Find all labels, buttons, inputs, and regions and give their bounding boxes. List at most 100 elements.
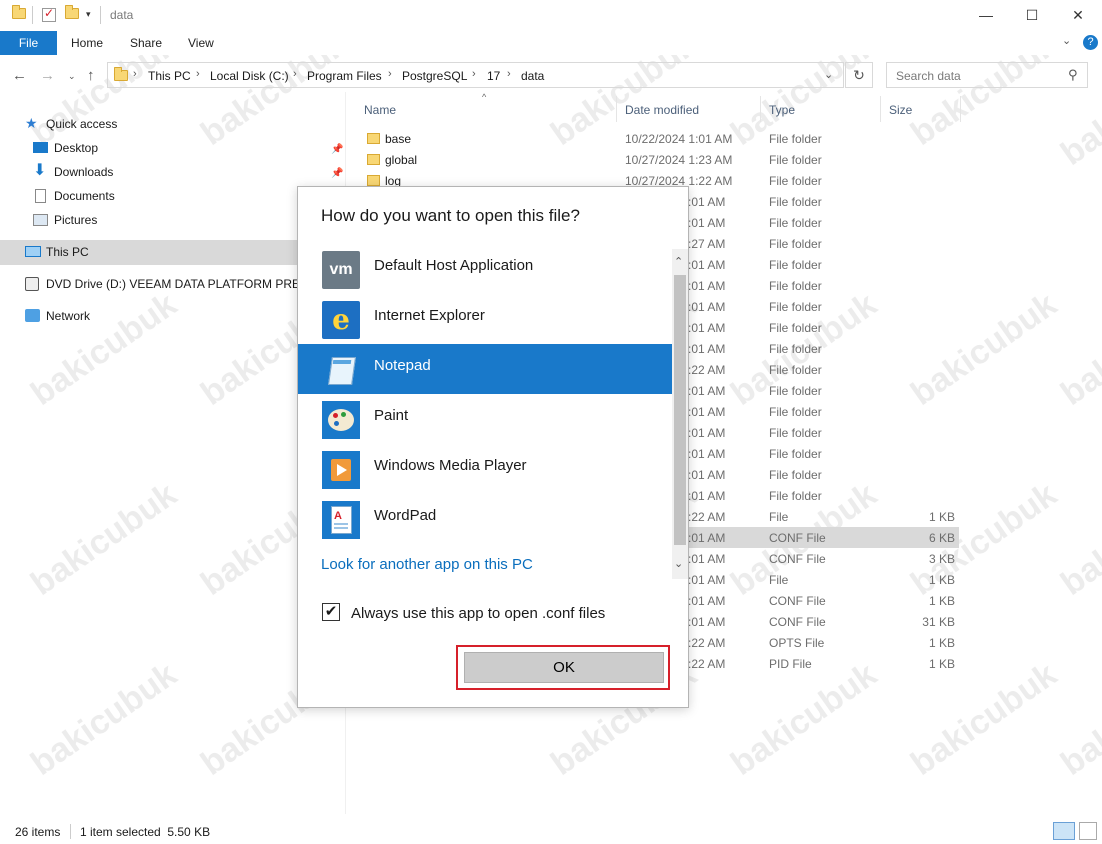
app-notepad[interactable]: Notepad bbox=[298, 344, 672, 394]
nav-pictures[interactable]: Pictures bbox=[33, 209, 333, 231]
breadcrumb-separator[interactable]: › bbox=[196, 68, 200, 80]
app-label: Default Host Application bbox=[374, 257, 534, 274]
nav-documents[interactable]: Documents bbox=[33, 185, 333, 207]
nav-network[interactable]: Network bbox=[25, 305, 325, 327]
breadcrumb-separator[interactable]: › bbox=[472, 68, 476, 80]
search-box[interactable]: Search data ⚲ bbox=[886, 62, 1088, 88]
file-size: 1 KB bbox=[928, 636, 955, 650]
look-for-another-app-link[interactable]: Look for another app on this PC bbox=[321, 556, 533, 573]
file-row[interactable]: global 10/27/2024 1:23 AM File folder bbox=[355, 149, 959, 170]
always-use-checkbox[interactable]: ✔ bbox=[322, 603, 340, 621]
nav-label: Pictures bbox=[54, 213, 98, 227]
customize-toolbar-icon[interactable]: ▾ bbox=[86, 9, 91, 20]
recent-locations-icon[interactable]: ⌄ bbox=[68, 71, 76, 82]
status-bar: 26 items 1 item selected 5.50 KB bbox=[0, 819, 1102, 844]
nav-quick-access[interactable]: ★ Quick access bbox=[25, 113, 325, 135]
column-divider[interactable] bbox=[960, 96, 961, 122]
address-dropdown-icon[interactable]: ⌄ bbox=[824, 68, 833, 81]
breadcrumb-this-pc[interactable]: This PC bbox=[148, 69, 191, 83]
forward-icon[interactable]: → bbox=[40, 67, 55, 84]
app-list-scrollbar[interactable]: ⌃ ⌄ bbox=[672, 249, 688, 579]
search-icon[interactable]: ⚲ bbox=[1068, 67, 1078, 83]
file-type: File folder bbox=[769, 426, 822, 440]
app-internet-explorer[interactable]: e Internet Explorer bbox=[298, 294, 672, 344]
nav-this-pc-selected[interactable]: This PC bbox=[0, 240, 345, 265]
column-divider[interactable] bbox=[880, 96, 881, 122]
file-type: File folder bbox=[769, 363, 822, 377]
nav-label: Desktop bbox=[54, 141, 99, 155]
file-type: File folder bbox=[769, 468, 822, 482]
file-date: :01 AM bbox=[688, 405, 726, 419]
breadcrumb-separator[interactable]: › bbox=[388, 68, 392, 80]
file-type: CONF File bbox=[769, 615, 826, 629]
folder-icon bbox=[367, 175, 380, 186]
back-icon[interactable]: ← bbox=[12, 67, 27, 84]
file-type: OPTS File bbox=[769, 636, 825, 650]
file-type: File bbox=[769, 510, 789, 524]
file-date: 10/22/2024 1:01 AM bbox=[625, 132, 733, 146]
file-date: :01 AM bbox=[688, 258, 726, 272]
folder-icon bbox=[367, 133, 380, 144]
pin-icon[interactable]: 📌 bbox=[331, 144, 343, 155]
breadcrumb-postgresql[interactable]: PostgreSQL bbox=[402, 69, 467, 83]
app-paint[interactable]: Paint bbox=[298, 394, 672, 444]
file-type: File folder bbox=[769, 132, 822, 146]
folder-icon bbox=[114, 67, 128, 81]
file-date: :01 AM bbox=[688, 594, 726, 608]
pin-icon[interactable]: 📌 bbox=[331, 168, 343, 179]
tab-share[interactable]: Share bbox=[130, 31, 162, 55]
watermark-text: bakicubuk bbox=[1054, 475, 1102, 603]
file-date: :01 AM bbox=[688, 342, 726, 356]
file-row[interactable]: base 10/22/2024 1:01 AM File folder bbox=[355, 128, 959, 149]
breadcrumb-program-files[interactable]: Program Files bbox=[307, 69, 382, 83]
column-size[interactable]: Size bbox=[889, 103, 912, 117]
nav-downloads[interactable]: ⬇ Downloads bbox=[33, 161, 333, 183]
nav-label: DVD Drive (D:) VEEAM DATA PLATFORM PREMI… bbox=[46, 277, 323, 291]
breadcrumb-data[interactable]: data bbox=[521, 69, 544, 83]
file-type: File bbox=[769, 573, 789, 587]
scroll-thumb[interactable] bbox=[674, 275, 686, 545]
column-date-modified[interactable]: Date modified bbox=[625, 103, 699, 117]
file-date: :01 AM bbox=[688, 531, 726, 545]
up-icon[interactable]: ↑ bbox=[87, 67, 95, 84]
app-wordpad[interactable]: A WordPad bbox=[298, 494, 672, 544]
column-divider[interactable] bbox=[760, 96, 761, 122]
close-button[interactable]: ✕ bbox=[1055, 0, 1101, 31]
column-name[interactable]: Name bbox=[364, 103, 396, 117]
file-date: :22 AM bbox=[688, 657, 726, 671]
breadcrumb-separator[interactable]: › bbox=[507, 68, 511, 80]
open-with-dialog: How do you want to open this file? vm De… bbox=[297, 186, 689, 708]
app-default-host-application[interactable]: vm Default Host Application bbox=[298, 244, 672, 294]
app-windows-media-player[interactable]: Windows Media Player bbox=[298, 444, 672, 494]
file-date: :22 AM bbox=[688, 636, 726, 650]
details-view-icon[interactable] bbox=[1053, 822, 1075, 840]
tab-file[interactable]: File bbox=[0, 31, 57, 55]
breadcrumb-separator[interactable]: › bbox=[293, 68, 297, 80]
nav-desktop[interactable]: Desktop bbox=[33, 137, 333, 159]
large-icons-view-icon[interactable] bbox=[1079, 822, 1097, 840]
breadcrumb-17[interactable]: 17 bbox=[487, 69, 500, 83]
maximize-button[interactable]: ☐ bbox=[1009, 0, 1055, 31]
address-bar[interactable]: › This PC › Local Disk (C:) › Program Fi… bbox=[107, 62, 844, 88]
notepad-icon bbox=[322, 351, 360, 389]
file-size: 1 KB bbox=[928, 594, 955, 608]
scroll-up-icon[interactable]: ⌃ bbox=[674, 255, 683, 268]
network-icon bbox=[25, 309, 40, 322]
tab-view[interactable]: View bbox=[188, 31, 214, 55]
column-type[interactable]: Type bbox=[769, 103, 795, 117]
help-icon[interactable]: ? bbox=[1083, 35, 1098, 50]
breadcrumb-local-disk[interactable]: Local Disk (C:) bbox=[210, 69, 289, 83]
column-divider[interactable] bbox=[616, 96, 617, 122]
expand-ribbon-icon[interactable]: ⌄ bbox=[1062, 34, 1071, 47]
tab-home[interactable]: Home bbox=[71, 31, 103, 55]
refresh-button[interactable]: ↻ bbox=[845, 62, 873, 88]
file-date: :01 AM bbox=[688, 489, 726, 503]
minimize-button[interactable]: — bbox=[963, 0, 1009, 31]
file-name: base bbox=[385, 132, 412, 146]
star-icon: ★ bbox=[25, 115, 38, 131]
new-folder-icon[interactable] bbox=[65, 5, 79, 22]
scroll-down-icon[interactable]: ⌄ bbox=[674, 557, 683, 570]
properties-icon[interactable]: ✓ bbox=[42, 6, 56, 22]
ok-button[interactable]: OK bbox=[464, 652, 664, 683]
desktop-icon bbox=[33, 142, 48, 153]
